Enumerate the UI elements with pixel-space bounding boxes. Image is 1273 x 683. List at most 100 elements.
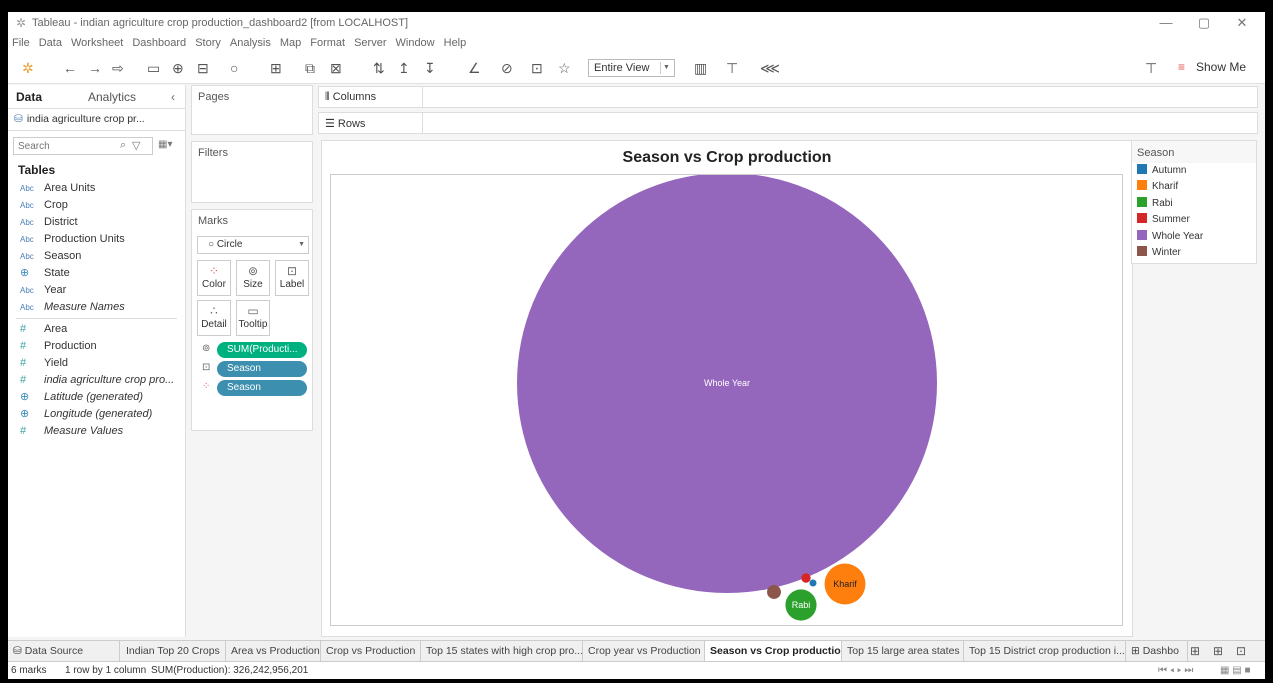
cards-column: Pages Filters Marks ○ Circle ▼ ⁘ Color ⊚ S… xyxy=(186,85,313,637)
highlight-icon[interactable]: ∠ xyxy=(468,60,481,76)
menu-worksheet[interactable]: Worksheet xyxy=(71,37,123,49)
restore-icon[interactable]: ▢ xyxy=(1186,12,1222,34)
show-cards-icon[interactable]: ▥ xyxy=(694,60,707,76)
mark-type-dropdown[interactable]: ○ Circle ▼ xyxy=(197,236,309,254)
pause-updates-icon[interactable]: ⊟ xyxy=(197,60,209,76)
new-datasource-icon[interactable]: ⊕ xyxy=(172,60,184,76)
tab-top15-district[interactable]: Top 15 District crop production i... xyxy=(964,641,1126,662)
new-story-tab-icon[interactable]: ⊡ xyxy=(1236,643,1246,659)
label-button[interactable]: ⊡ Label xyxy=(275,260,309,296)
tab-data[interactable]: Data xyxy=(16,90,42,104)
minimize-icon[interactable]: — xyxy=(1148,12,1184,34)
columns-shelf[interactable]: ⫴ Columns xyxy=(318,86,1258,108)
pin-icon[interactable]: ⊤ xyxy=(1145,60,1157,76)
size-button[interactable]: ⊚ Size xyxy=(236,260,270,296)
menu-data[interactable]: Data xyxy=(39,37,62,49)
show-me-button[interactable]: ≡ Show Me xyxy=(1178,60,1246,74)
legend-item[interactable]: Kharif xyxy=(1132,179,1256,195)
menu-map[interactable]: Map xyxy=(280,37,301,49)
field-item[interactable]: Abc Crop xyxy=(8,197,185,214)
legend-item[interactable]: Whole Year xyxy=(1132,229,1256,245)
field-item[interactable]: Abc Measure Names xyxy=(8,299,185,316)
field-item[interactable]: # Area xyxy=(8,321,185,338)
color-pill[interactable]: Season xyxy=(217,380,307,396)
duplicate-sheet-icon[interactable]: ⧉ xyxy=(305,60,315,76)
replay-icon[interactable]: ⇨ xyxy=(112,60,124,76)
nav-arrows-icon[interactable]: ⏮ ◂ ▸ ⏭ xyxy=(1158,662,1193,679)
new-dashboard-tab-icon[interactable]: ⊞ xyxy=(1213,643,1223,659)
save-icon[interactable]: ▭ xyxy=(147,60,160,76)
bubble-autumn[interactable] xyxy=(809,579,817,587)
fix-axes-icon[interactable]: ☆ xyxy=(558,60,571,76)
legend-item[interactable]: Autumn xyxy=(1132,163,1256,179)
new-worksheet-icon[interactable]: ⊞ xyxy=(270,60,282,76)
menu-dashboard[interactable]: Dashboard xyxy=(132,37,186,49)
filters-card[interactable]: Filters xyxy=(191,141,313,203)
field-item[interactable]: # india agriculture crop pro... xyxy=(8,372,185,389)
field-item[interactable]: Abc Production Units xyxy=(8,231,185,248)
redo-icon[interactable]: → xyxy=(88,60,102,76)
fit-dropdown[interactable]: Entire View ▼ xyxy=(588,59,675,77)
pages-card[interactable]: Pages xyxy=(191,85,313,135)
field-item[interactable]: Abc Area Units xyxy=(8,180,185,197)
field-item[interactable]: ⊕ State xyxy=(8,265,185,282)
plot-area[interactable]: Whole Year Kharif Rabi xyxy=(330,174,1123,626)
field-item[interactable]: # Measure Values xyxy=(8,423,185,440)
menu-server[interactable]: Server xyxy=(354,37,386,49)
refresh-icon[interactable]: ○ xyxy=(230,60,238,76)
clear-sheet-icon[interactable]: ⊠ xyxy=(330,60,342,76)
show-labels-icon[interactable]: ⊡ xyxy=(531,60,543,76)
group-icon[interactable]: ⊘ xyxy=(501,60,513,76)
tab-indian-top-20-crops[interactable]: Indian Top 20 Crops xyxy=(120,641,226,662)
bubble-winter[interactable] xyxy=(767,585,781,599)
field-item[interactable]: ⊕ Longitude (generated) xyxy=(8,406,185,423)
detail-button[interactable]: ∴ Detail xyxy=(197,300,231,336)
tab-season-vs-crop-production[interactable]: Season vs Crop production xyxy=(705,641,842,662)
swap-icon[interactable]: ⇅ xyxy=(373,60,385,76)
share-icon[interactable]: ⋘ xyxy=(760,60,780,76)
menu-file[interactable]: File xyxy=(12,37,30,49)
field-item[interactable]: # Yield xyxy=(8,355,185,372)
label-pill[interactable]: Season xyxy=(217,361,307,377)
color-button[interactable]: ⁘ Color xyxy=(197,260,231,296)
bubble-summer[interactable] xyxy=(801,573,811,583)
tab-analytics[interactable]: Analytics xyxy=(88,90,136,104)
view-mode-icon[interactable]: ▦ ▤ ■ xyxy=(1220,662,1251,679)
field-item[interactable]: Abc Season xyxy=(8,248,185,265)
tooltip-label: Tooltip xyxy=(238,319,268,330)
size-pill[interactable]: SUM(Producti... xyxy=(217,342,307,358)
undo-icon[interactable]: ← xyxy=(63,60,77,76)
legend-item[interactable]: Summer xyxy=(1132,212,1256,228)
tab-crop-year-vs-production[interactable]: Crop year vs Production xyxy=(583,641,705,662)
menu-format[interactable]: Format xyxy=(310,37,345,49)
presentation-icon[interactable]: ⊤ xyxy=(726,60,738,76)
tab-dashboard[interactable]: ⊞ Dashbo xyxy=(1126,641,1188,662)
field-item[interactable]: ⊕ Latitude (generated) xyxy=(8,389,185,406)
tab-data-source[interactable]: ⛁ Data Source xyxy=(8,641,120,662)
menu-story[interactable]: Story xyxy=(195,37,221,49)
legend-item[interactable]: Winter xyxy=(1132,245,1256,261)
field-item[interactable]: # Production xyxy=(8,338,185,355)
tab-area-vs-production[interactable]: Area vs Production xyxy=(226,641,321,662)
filter-icon[interactable]: ▽ xyxy=(132,139,140,152)
menu-window[interactable]: Window xyxy=(396,37,435,49)
sort-ascending-icon[interactable]: ↥ xyxy=(398,60,410,76)
tab-top15-large-area-states[interactable]: Top 15 large area states xyxy=(842,641,964,662)
view-options-icon[interactable]: ▦▾ xyxy=(158,139,172,150)
field-item[interactable]: Abc District xyxy=(8,214,185,231)
legend-item[interactable]: Rabi xyxy=(1132,196,1256,212)
new-worksheet-tab-icon[interactable]: ⊞ xyxy=(1190,643,1200,659)
tooltip-button[interactable]: ▭ Tooltip xyxy=(236,300,270,336)
field-name: Area Units xyxy=(44,182,96,194)
sort-descending-icon[interactable]: ↧ xyxy=(424,60,436,76)
menu-help[interactable]: Help xyxy=(444,37,467,49)
datasource-item[interactable]: ⛁ india agriculture crop pr... xyxy=(8,109,185,131)
tab-top15-states[interactable]: Top 15 states with high crop pro... xyxy=(421,641,583,662)
field-item[interactable]: Abc Year xyxy=(8,282,185,299)
tab-crop-vs-production[interactable]: Crop vs Production xyxy=(321,641,421,662)
rows-shelf[interactable]: ☰ Rows xyxy=(318,112,1258,134)
collapse-icon[interactable]: ‹ xyxy=(171,90,175,104)
menu-analysis[interactable]: Analysis xyxy=(230,37,271,49)
close-icon[interactable]: ✕ xyxy=(1224,12,1260,34)
tableau-start-icon[interactable]: ✲ xyxy=(22,60,34,76)
